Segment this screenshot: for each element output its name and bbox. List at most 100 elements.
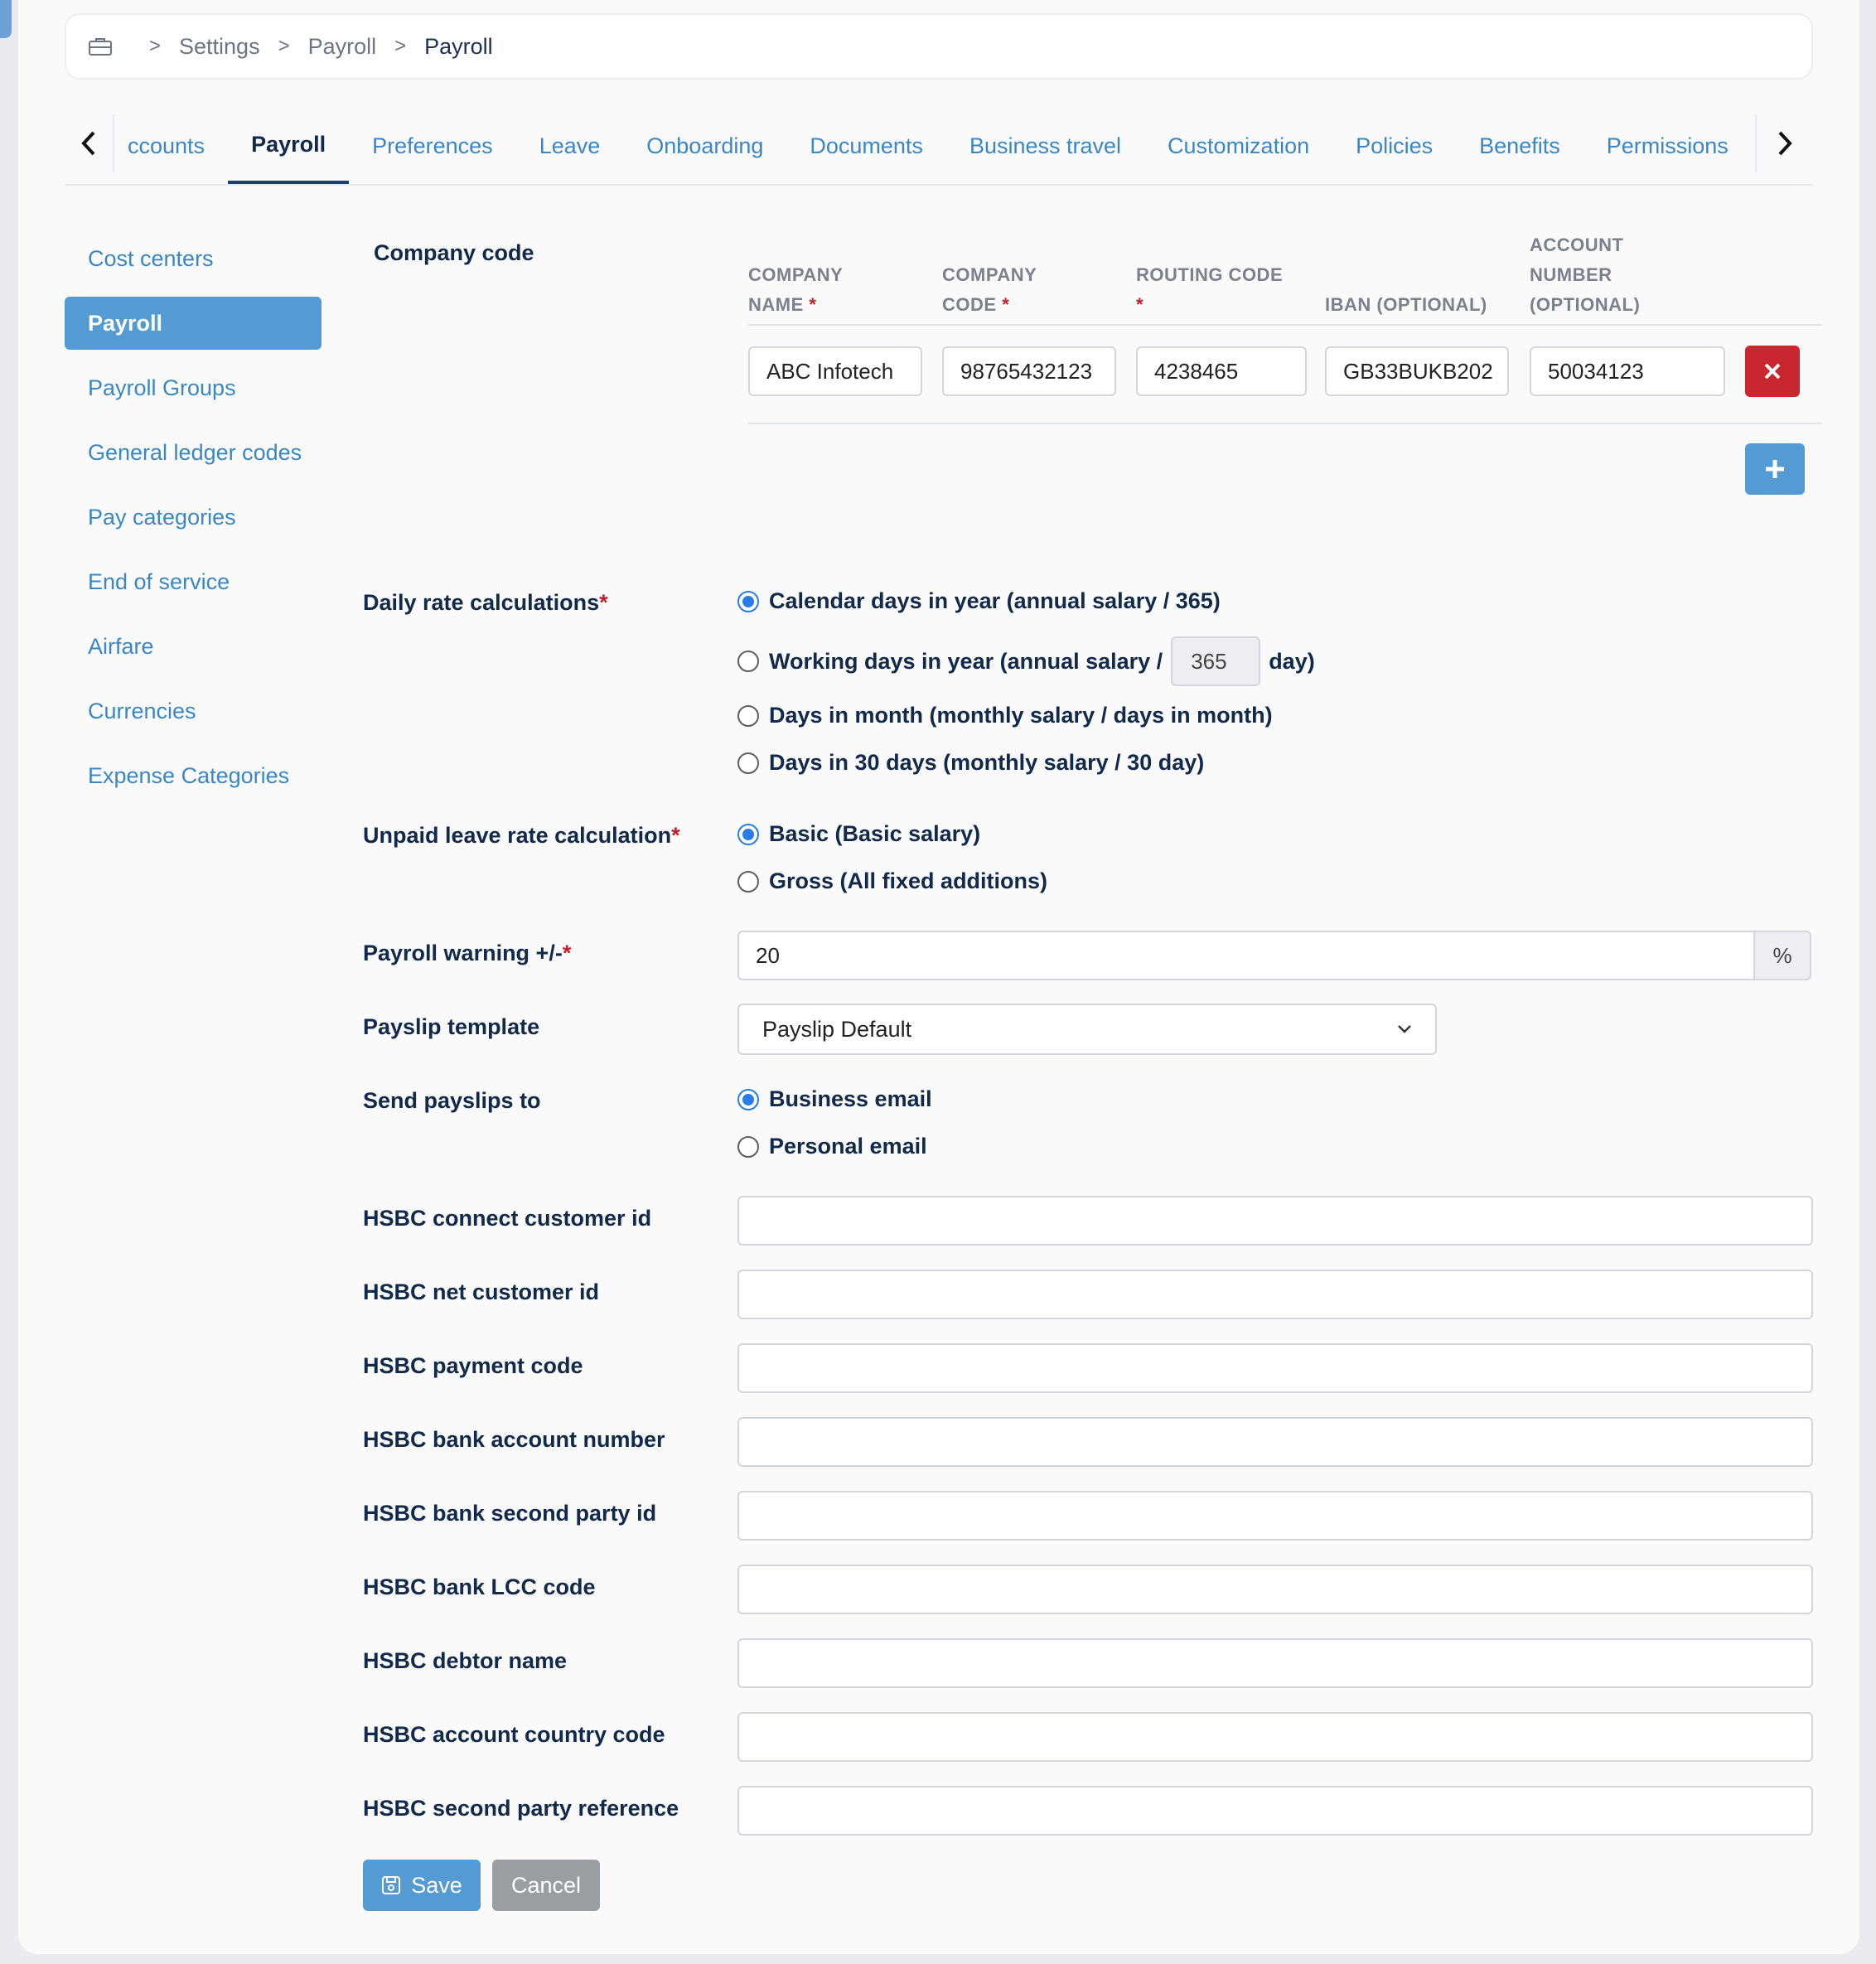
hsbc-bank-account-number-input[interactable] [737,1417,1813,1467]
tab-documents[interactable]: Documents [786,108,946,184]
hsbc-second-party-reference-label: HSBC second party reference [363,1796,679,1821]
radio-button[interactable] [737,752,759,774]
tab-leave[interactable]: Leave [516,108,624,184]
breadcrumb-current: Payroll [424,33,493,59]
account-number-input[interactable]: 50034123 [1530,346,1725,396]
send-payslips-option-business[interactable]: Business email [737,1086,932,1112]
breadcrumb-settings[interactable]: Settings [179,34,260,60]
hsbc-connect-customer-id-input[interactable] [737,1196,1813,1246]
breadcrumb-separator-icon: > [149,35,162,57]
required-mark: * [1136,294,1144,315]
hsbc-connect-customer-id-label: HSBC connect customer id [363,1206,652,1231]
send-payslips-option-personal[interactable]: Personal email [737,1134,927,1159]
hsbc-bank-account-number-label: HSBC bank account number [363,1427,665,1452]
radio-button[interactable] [737,1135,759,1158]
chevron-right-icon[interactable] [1755,114,1813,172]
tab-benefits[interactable]: Benefits [1456,108,1583,184]
header-line: CODE * [942,290,1037,320]
label-text: Unpaid leave rate calculation [363,823,672,848]
daily-rate-option-working-days[interactable]: Working days in year (annual salary / 36… [737,636,1315,686]
table-row-divider [748,423,1822,424]
cancel-button[interactable]: Cancel [492,1860,600,1911]
tab-business-travel[interactable]: Business travel [946,108,1144,184]
header-line: COMPANY [748,264,844,285]
column-header-account-number: ACCOUNT NUMBER (OPTIONAL) [1530,230,1640,320]
radio-button[interactable] [737,870,759,893]
tab-onboarding[interactable]: Onboarding [623,108,786,184]
floppy-disk-icon [382,1876,401,1894]
header-line: (OPTIONAL) [1530,294,1641,315]
sidebar-item-payroll-groups[interactable]: Payroll Groups [65,361,322,414]
sidebar-item-expense-categories[interactable]: Expense Categories [65,749,322,802]
unpaid-leave-option-basic[interactable]: Basic (Basic salary) [737,821,980,847]
settings-tabs: ccounts Payroll Preferences Leave Onboar… [65,108,1813,186]
required-mark: * [671,823,680,848]
radio-button[interactable] [737,590,759,612]
radio-button[interactable] [737,651,759,672]
required-mark: * [599,590,608,615]
company-code-input[interactable]: 98765432123 [942,346,1116,396]
payroll-warning-label: Payroll warning +/-* [363,941,571,966]
label-text: Daily rate calculations [363,590,600,615]
plus-icon [1766,460,1784,478]
required-mark: * [1002,294,1010,315]
company-code-label: Company code [374,240,534,265]
payroll-warning-input[interactable]: 20 [737,931,1755,980]
hsbc-account-country-code-input[interactable] [737,1712,1813,1762]
company-name-input[interactable]: ABC Infotech [748,346,922,396]
hsbc-bank-second-party-id-input[interactable] [737,1491,1813,1541]
sidebar-item-payroll[interactable]: Payroll [65,297,322,350]
hsbc-debtor-name-input[interactable] [737,1638,1813,1688]
payslip-template-select[interactable]: Payslip Default [737,1004,1437,1055]
hsbc-bank-lcc-code-input[interactable] [737,1565,1813,1614]
hsbc-second-party-reference-input[interactable] [737,1786,1813,1836]
hsbc-payment-code-input[interactable] [737,1343,1813,1393]
hsbc-net-customer-id-input[interactable] [737,1270,1813,1319]
percent-addon: % [1753,931,1811,980]
sidebar-item-currencies[interactable]: Currencies [65,684,322,738]
unpaid-leave-option-gross[interactable]: Gross (All fixed additions) [737,868,1047,894]
sidebar-item-pay-categories[interactable]: Pay categories [65,491,322,544]
tab-payroll[interactable]: Payroll [228,108,350,184]
breadcrumb-separator-icon: > [278,35,290,57]
iban-input[interactable]: GB33BUKB202 [1325,346,1509,396]
add-row-button[interactable] [1745,443,1805,495]
select-value: Payslip Default [762,1016,912,1042]
daily-rate-option-30-days[interactable]: Days in 30 days (monthly salary / 30 day… [737,750,1204,776]
working-days-input[interactable]: 365 [1171,636,1261,686]
tab-preferences[interactable]: Preferences [349,108,516,184]
save-button-label: Save [411,1872,462,1898]
page-edge-tab [0,0,12,38]
header-line: NUMBER [1530,264,1612,285]
sidebar-item-cost-centers[interactable]: Cost centers [65,232,322,285]
sidebar-item-airfare[interactable]: Airfare [65,620,322,673]
option-label: Business email [769,1086,932,1111]
radio-button[interactable] [737,704,759,727]
label-text: Payroll warning +/- [363,941,563,965]
settings-sidebar: Cost centers Payroll Payroll Groups Gene… [65,232,322,814]
daily-rate-label: Daily rate calculations* [363,590,608,616]
radio-button[interactable] [737,823,759,845]
daily-rate-option-days-in-month[interactable]: Days in month (monthly salary / days in … [737,703,1273,728]
chevron-left-icon[interactable] [65,114,114,172]
daily-rate-option-calendar[interactable]: Calendar days in year (annual salary / 3… [737,588,1221,614]
tab-policies[interactable]: Policies [1332,108,1456,184]
option-label: Days in month (monthly salary / days in … [769,703,1273,728]
tab-permissions[interactable]: Permissions [1583,108,1752,184]
option-label: Personal email [769,1134,927,1159]
tab-customization[interactable]: Customization [1144,108,1332,184]
sidebar-item-end-of-service[interactable]: End of service [65,555,322,608]
save-button[interactable]: Save [363,1860,481,1911]
hsbc-net-customer-id-label: HSBC net customer id [363,1280,600,1304]
sidebar-item-general-ledger-codes[interactable]: General ledger codes [65,426,322,479]
briefcase-icon[interactable] [88,36,113,56]
routing-code-input[interactable]: 4238465 [1136,346,1307,396]
tab-accounts[interactable]: ccounts [123,108,228,184]
header-line: COMPANY [942,264,1037,285]
option-label-suffix: day) [1269,648,1315,674]
breadcrumb-payroll-parent[interactable]: Payroll [308,34,377,60]
delete-row-button[interactable] [1745,346,1800,397]
column-header-company-code: COMPANY CODE * [942,260,1037,320]
radio-button[interactable] [737,1088,759,1110]
payslip-template-label: Payslip template [363,1014,540,1039]
